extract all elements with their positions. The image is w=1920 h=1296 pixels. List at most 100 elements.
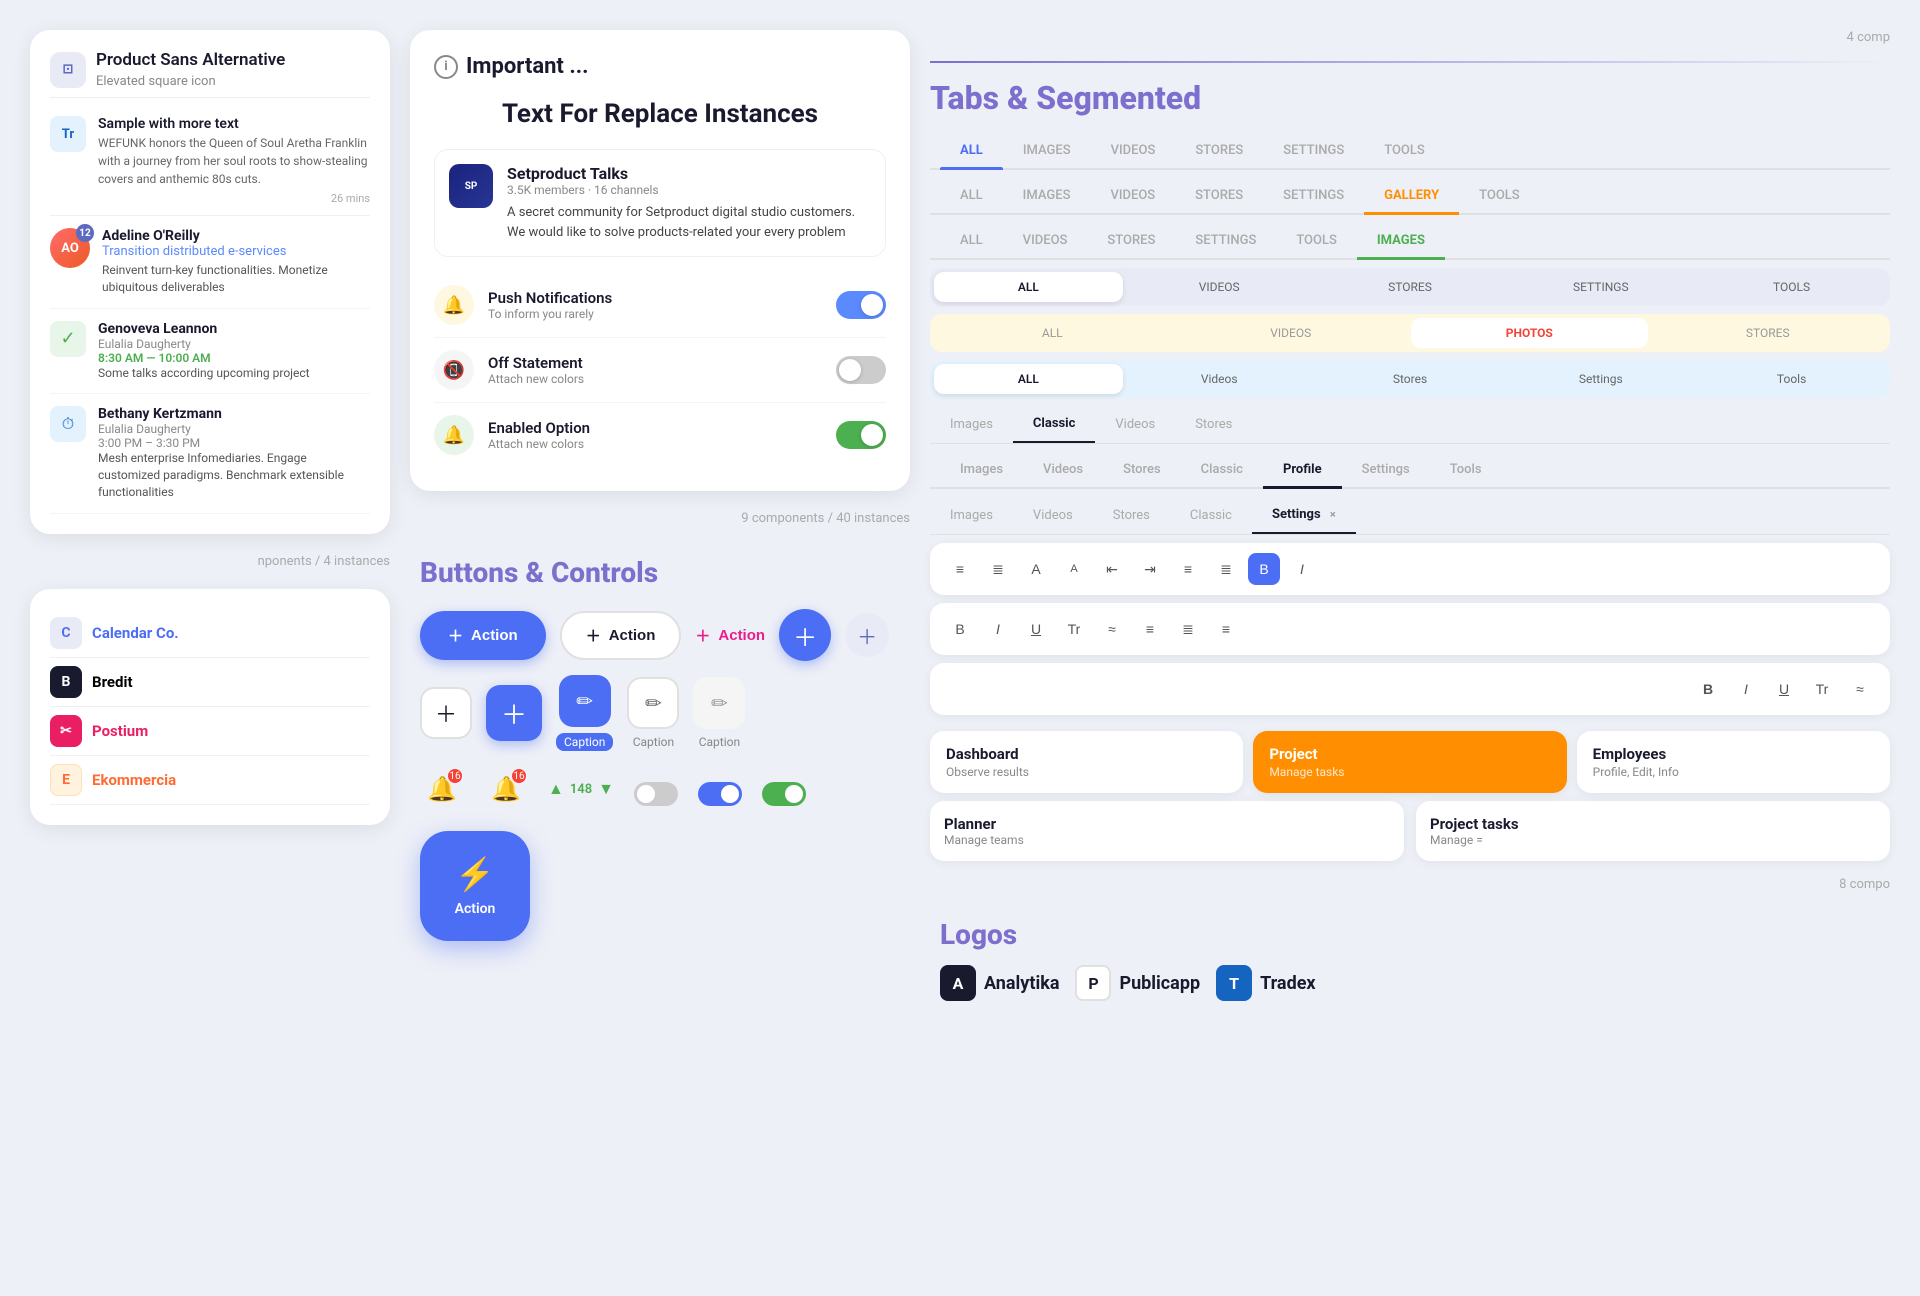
tab-tools-2[interactable]: TOOLS	[1459, 178, 1540, 213]
seg-settings-1[interactable]: SETTINGS	[1506, 272, 1695, 302]
caption-btn-blue[interactable]: ✏ Caption	[556, 675, 613, 751]
outline-action-button[interactable]: ＋ Action	[560, 611, 682, 660]
tab-stores-3[interactable]: STORES	[1087, 223, 1175, 258]
action-large-button[interactable]: ⚡ Action	[420, 831, 530, 941]
logo-postium[interactable]: ✂ Postium	[50, 707, 370, 756]
mini-toggle-gray[interactable]	[634, 782, 678, 806]
seg-tools-1[interactable]: TOOLS	[1697, 272, 1886, 302]
tab-stores-2[interactable]: STORES	[1175, 178, 1263, 213]
employees-card[interactable]: Employees Profile, Edit, Info	[1577, 731, 1890, 793]
tab-images-2[interactable]: IMAGES	[1003, 178, 1091, 213]
primary-action-button[interactable]: ＋ Action	[420, 611, 546, 660]
tab-stores-1[interactable]: STORES	[1175, 133, 1263, 168]
fmt-list-2[interactable]: ≣	[1210, 553, 1242, 585]
tab-stores-p[interactable]: Stores	[1103, 452, 1181, 487]
logo-publicapp[interactable]: P Publicapp	[1075, 965, 1200, 1001]
tab-videos-p[interactable]: Videos	[1023, 452, 1103, 487]
chat-item-adeline[interactable]: AO 12 Adeline O'Reilly Transition distri…	[50, 216, 370, 309]
tab-stores-s[interactable]: Stores	[1093, 498, 1170, 533]
notif-dark[interactable]: 🔔 16	[484, 767, 528, 811]
fmt-align-center[interactable]: ≣	[982, 553, 1014, 585]
fmt-italic[interactable]: I	[1286, 553, 1318, 585]
fmt-s3[interactable]: ≈	[1844, 673, 1876, 705]
seg-videos-3[interactable]: Videos	[1125, 364, 1314, 394]
project-tasks-card[interactable]: Project tasks Manage =	[1416, 801, 1890, 861]
tab-videos-1[interactable]: VIDEOS	[1091, 133, 1176, 168]
tab-settings-p[interactable]: Settings	[1342, 452, 1430, 487]
fmt-indent-right[interactable]: ⇥	[1134, 553, 1166, 585]
fmt-tr[interactable]: Tr	[1058, 613, 1090, 645]
seg-stores-2[interactable]: STORES	[1650, 318, 1887, 348]
tab-close-icon[interactable]: ×	[1330, 508, 1336, 521]
tab-all-1[interactable]: ALL	[940, 133, 1003, 168]
seg-stores-3[interactable]: Stores	[1316, 364, 1505, 394]
toggle-push[interactable]: 🔔 Push Notifications To inform you rarel…	[434, 273, 886, 338]
tab-images-p[interactable]: Images	[940, 452, 1023, 487]
blue-sq-button[interactable]: ＋	[486, 685, 542, 741]
light-icon-button[interactable]: ＋	[845, 613, 889, 657]
logo-tradex[interactable]: T Tradex	[1216, 965, 1316, 1001]
tab-tools-3[interactable]: TOOLS	[1276, 223, 1357, 258]
tab-stores-c[interactable]: Stores	[1175, 407, 1252, 442]
seg-stores-1[interactable]: STORES	[1316, 272, 1505, 302]
tab-settings-s[interactable]: Settings ×	[1252, 497, 1356, 534]
enabled-toggle[interactable]	[836, 421, 886, 449]
tab-settings-2[interactable]: SETTINGS	[1263, 178, 1364, 213]
round-blue-button[interactable]: ＋	[779, 609, 831, 661]
tab-videos-3[interactable]: VIDEOS	[1003, 223, 1088, 258]
toggle-off[interactable]: 📵 Off Statement Attach new colors	[434, 338, 886, 403]
fmt-bold[interactable]: B	[1248, 553, 1280, 585]
logo-ekommercia[interactable]: E Ekommercia	[50, 756, 370, 805]
fmt-align3[interactable]: ≡	[1134, 613, 1166, 645]
logo-analytika[interactable]: A Analytika	[940, 965, 1059, 1001]
fmt-align5[interactable]: ≡	[1210, 613, 1242, 645]
dashboard-card[interactable]: Dashboard Observe results	[930, 731, 1243, 793]
tab-gallery-2[interactable]: GALLERY	[1364, 178, 1459, 213]
logo-bredit[interactable]: B Bredit	[50, 658, 370, 707]
tab-videos-2[interactable]: VIDEOS	[1090, 178, 1175, 213]
planner-card[interactable]: Planner Manage teams	[930, 801, 1404, 861]
mini-toggle-green[interactable]	[762, 782, 806, 806]
seg-photos-2[interactable]: PHOTOS	[1411, 318, 1648, 348]
tab-all-3[interactable]: ALL	[940, 223, 1003, 258]
tab-all-2[interactable]: ALL	[940, 178, 1003, 213]
fmt-u3[interactable]: U	[1768, 673, 1800, 705]
fmt-font-a2[interactable]: A	[1058, 553, 1090, 585]
tab-tools-1[interactable]: TOOLS	[1364, 133, 1445, 168]
tab-classic-p[interactable]: Classic	[1181, 452, 1263, 487]
logo-calendar[interactable]: C Calendar Co.	[50, 609, 370, 658]
fmt-b2[interactable]: B	[944, 613, 976, 645]
fmt-i2[interactable]: I	[982, 613, 1014, 645]
tab-settings-3[interactable]: SETTINGS	[1175, 223, 1276, 258]
fmt-strike[interactable]: ≈	[1096, 613, 1128, 645]
seg-all-1[interactable]: ALL	[934, 272, 1123, 302]
setproduct-item[interactable]: SP Setproduct Talks 3.5K members · 16 ch…	[434, 149, 886, 257]
seg-videos-2[interactable]: VIDEOS	[1173, 318, 1410, 348]
seg-settings-3[interactable]: Settings	[1506, 364, 1695, 394]
fmt-indent-left[interactable]: ⇤	[1096, 553, 1128, 585]
tab-images-3[interactable]: IMAGES	[1357, 223, 1445, 258]
tab-settings-1[interactable]: SETTINGS	[1263, 133, 1364, 168]
seg-all-3[interactable]: ALL	[934, 364, 1123, 394]
fmt-list-1[interactable]: ≡	[1172, 553, 1204, 585]
outline-sq-button[interactable]: ＋	[420, 687, 472, 739]
fmt-align-left[interactable]: ≡	[944, 553, 976, 585]
push-toggle[interactable]	[836, 291, 886, 319]
notif-orange[interactable]: 🔔 16	[420, 767, 464, 811]
fmt-font-a[interactable]: A	[1020, 553, 1052, 585]
fmt-b3[interactable]: B	[1692, 673, 1724, 705]
caption-btn-outline[interactable]: ✏ Caption	[627, 677, 679, 749]
seg-tools-3[interactable]: Tools	[1697, 364, 1886, 394]
off-toggle[interactable]	[836, 356, 886, 384]
task-item-genoveva[interactable]: ✓ Genoveva Leannon Eulalia Daugherty 8:3…	[50, 309, 370, 395]
tab-images-s[interactable]: Images	[930, 498, 1013, 533]
fmt-u2[interactable]: U	[1020, 613, 1052, 645]
text-pink-button[interactable]: ＋ Action	[695, 625, 765, 646]
task-item-bethany[interactable]: ⏱ Bethany Kertzmann Eulalia Daugherty 3:…	[50, 394, 370, 513]
tab-classic-c[interactable]: Classic	[1013, 406, 1095, 443]
seg-all-2[interactable]: ALL	[934, 318, 1171, 348]
tab-images-1[interactable]: IMAGES	[1003, 133, 1091, 168]
mini-toggle-blue[interactable]	[698, 782, 742, 806]
tab-images-c[interactable]: Images	[930, 407, 1013, 442]
tab-videos-c[interactable]: Videos	[1095, 407, 1175, 442]
